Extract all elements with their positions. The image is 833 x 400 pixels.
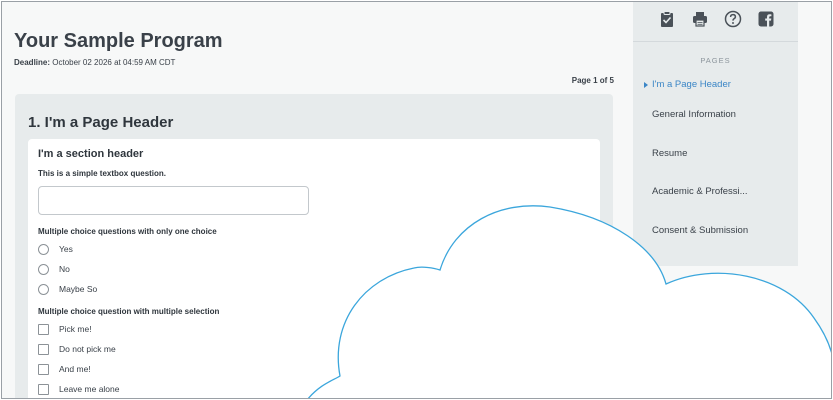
checkbox[interactable] <box>38 383 49 395</box>
help-icon[interactable] <box>724 10 742 28</box>
section-header: I'm a section header <box>38 148 144 160</box>
radio-option-no[interactable]: No <box>38 262 70 276</box>
deadline-value: October 02 2026 at 04:59 AM CDT <box>52 58 176 67</box>
single-choice-question-label: Multiple choice questions with only one … <box>38 227 217 236</box>
checkbox[interactable] <box>38 323 49 335</box>
checkbox-option-leave-me-alone[interactable]: Leave me alone <box>38 382 120 396</box>
radio-option-label: No <box>59 264 70 274</box>
radio-option-label: Maybe So <box>59 284 98 294</box>
program-title: Your Sample Program <box>14 30 223 52</box>
checkbox-option-label: Leave me alone <box>59 384 120 394</box>
checkbox-option-label: And me! <box>59 364 91 374</box>
checklist-icon[interactable] <box>658 10 676 28</box>
radio-option-label: Yes <box>59 244 73 254</box>
main-content: Your Sample Program Deadline: October 02… <box>2 2 630 398</box>
radio-button[interactable] <box>38 243 49 255</box>
radio-button[interactable] <box>38 283 49 295</box>
print-icon[interactable] <box>691 10 709 28</box>
page-counter: Page 1 of 5 <box>571 76 614 85</box>
multi-choice-question-label: Multiple choice question with multiple s… <box>38 307 220 316</box>
form-section: I'm a section header This is a simple te… <box>28 139 600 398</box>
sidebar-item-academic-professional[interactable]: Academic & Professi... <box>652 186 792 197</box>
sidebar: PAGES I'm a Page Header General Informat… <box>633 2 798 266</box>
sidebar-toolbar <box>633 2 798 42</box>
radio-button[interactable] <box>38 263 49 275</box>
deadline: Deadline: October 02 2026 at 04:59 AM CD… <box>14 58 175 67</box>
sidebar-item-page-header[interactable]: I'm a Page Header <box>652 79 792 90</box>
checkbox-option-pick-me[interactable]: Pick me! <box>38 322 92 336</box>
radio-option-maybe-so[interactable]: Maybe So <box>38 282 97 296</box>
sidebar-item-consent-submission[interactable]: Consent & Submission <box>652 225 792 236</box>
checkbox-option-do-not-pick-me[interactable]: Do not pick me <box>38 342 116 356</box>
page-header: 1. I'm a Page Header <box>28 114 174 131</box>
textbox-input[interactable] <box>38 186 309 215</box>
checkbox-option-label: Pick me! <box>59 324 92 334</box>
radio-option-yes[interactable]: Yes <box>38 242 73 256</box>
checkbox-option-and-me[interactable]: And me! <box>38 362 91 376</box>
checkbox[interactable] <box>38 363 49 375</box>
checkbox-option-label: Do not pick me <box>59 344 116 354</box>
page-panel: 1. I'm a Page Header I'm a section heade… <box>15 94 613 398</box>
application-frame: Your Sample Program Deadline: October 02… <box>1 1 832 399</box>
sidebar-item-general-information[interactable]: General Information <box>652 109 792 120</box>
checkbox[interactable] <box>38 343 49 355</box>
facebook-icon[interactable] <box>757 10 775 28</box>
active-page-arrow-icon <box>644 82 648 88</box>
sidebar-item-resume[interactable]: Resume <box>652 148 792 159</box>
deadline-label: Deadline: <box>14 58 51 67</box>
pages-title: PAGES <box>700 56 731 65</box>
textbox-question-label: This is a simple textbox question. <box>38 169 167 178</box>
